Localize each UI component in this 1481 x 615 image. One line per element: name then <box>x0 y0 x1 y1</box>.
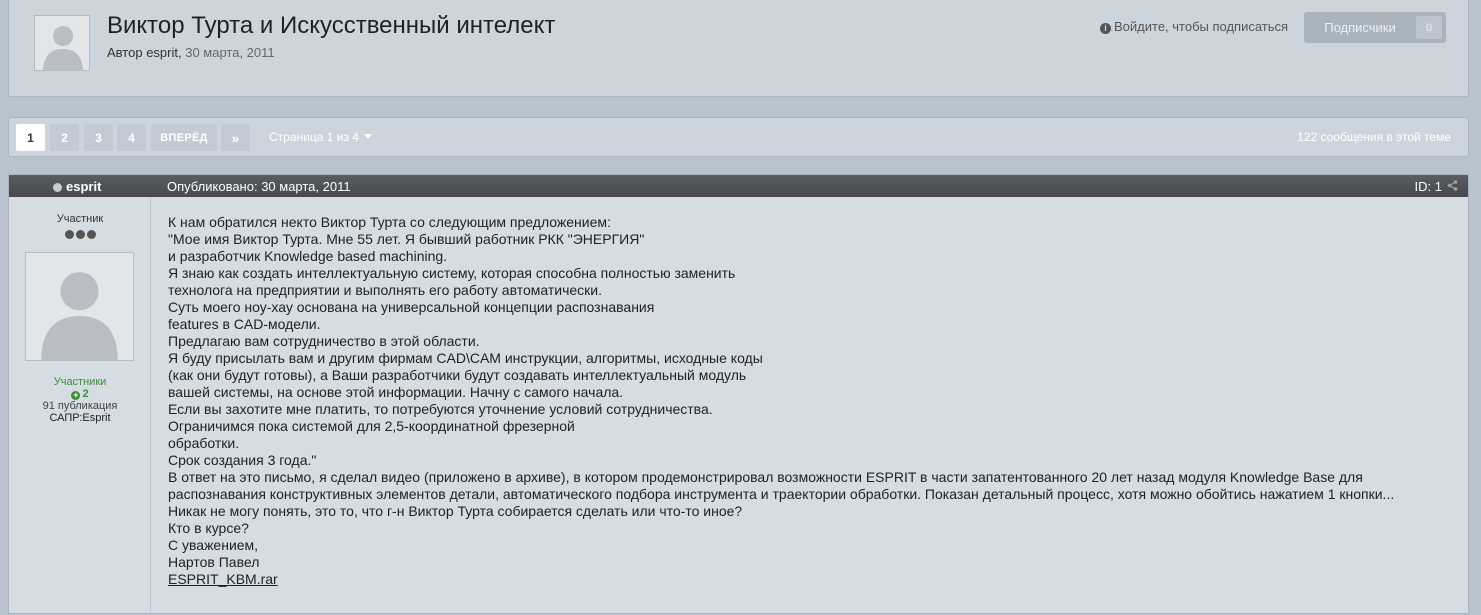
post-line: С уважением, <box>168 537 259 553</box>
next-page-button[interactable]: ВПЕРЁД <box>151 124 217 151</box>
post-line: технолога на предприятии и выполнять его… <box>168 282 603 298</box>
post-line: распознавания конструктивных элементов д… <box>168 486 1395 502</box>
post-line: Если вы захотите мне платить, то потребу… <box>168 401 713 417</box>
follow-hint-text: Войдите, чтобы подписаться <box>1114 19 1289 34</box>
post-line: Нартов Павел <box>168 554 260 570</box>
author-custom-field: САПР:Esprit <box>49 412 111 424</box>
post-line: Срок создания 3 года." <box>168 452 317 468</box>
post-body: К нам обратился некто Виктор Турта со сл… <box>168 214 1458 588</box>
pagination-bar: 1 2 3 4 ВПЕРЁД » Страница 1 из 4 122 соо… <box>8 117 1469 157</box>
post-line: "Мое имя Виктор Турта. Мне 55 лет. Я быв… <box>168 231 645 247</box>
page-jump-label: Страница 1 из 4 <box>269 130 359 144</box>
post-line: Кто в курсе? <box>168 520 249 536</box>
post-author: esprit <box>53 179 101 194</box>
post-id-link[interactable]: ID: 1 <box>1415 179 1442 194</box>
post-line: Предлагаю вам сотрудничество в этой обла… <box>168 333 480 349</box>
topic-date: 30 марта, 2011 <box>185 45 275 60</box>
author-sidebar: Участник Участники +2 91 публикация САПР… <box>9 197 151 615</box>
post-line: К нам обратился некто Виктор Турта со сл… <box>168 214 611 230</box>
post-line: (как они будут готовы), а Ваши разработч… <box>168 367 747 383</box>
post-line: В ответ на это письмо, я сделал видео (п… <box>168 469 1363 485</box>
post-count: 122 сообщения в этой теме <box>1297 130 1451 144</box>
follow-hint[interactable]: i Войдите, чтобы подписаться <box>1100 19 1288 34</box>
post-line: Я буду присылать вам и другим фирмам CAD… <box>168 350 763 366</box>
page-jump-dropdown[interactable]: Страница 1 из 4 <box>269 130 372 144</box>
rank-pip-icon <box>75 230 85 239</box>
info-icon: i <box>1100 23 1111 34</box>
post-line: вашей системы, на основе этой информации… <box>168 384 624 400</box>
topic-author-link[interactable]: esprit <box>146 45 178 60</box>
post-line: Ограничимся пока системой для 2,5-коорди… <box>168 418 575 434</box>
followers-count: 0 <box>1416 16 1442 39</box>
default-avatar-icon <box>43 26 83 70</box>
default-avatar-icon <box>41 272 118 360</box>
post-line: Никак не могу понять, это то, что г-н Ви… <box>168 503 743 519</box>
topic-author-avatar[interactable] <box>34 15 90 71</box>
post-header: esprit Опубликовано: 30 марта, 2011 ID: … <box>9 175 1468 197</box>
rank-pip-icon <box>64 230 74 239</box>
post: esprit Опубликовано: 30 марта, 2011 ID: … <box>8 174 1469 615</box>
last-page-button[interactable]: » <box>221 124 250 151</box>
post-line: обработки. <box>168 435 240 451</box>
page-4-button[interactable]: 4 <box>117 124 146 151</box>
rank-pip-icon <box>86 230 96 239</box>
reputation-value: 2 <box>82 388 89 400</box>
plus-icon: + <box>71 390 81 400</box>
post-line: и разработчик Knowledge based machining. <box>168 248 448 264</box>
caret-down-icon <box>363 134 372 139</box>
followers-label: Подписчики <box>1324 20 1396 35</box>
topic-title: Виктор Турта и Искусственный интелект <box>107 12 556 39</box>
share-icon[interactable] <box>1447 180 1458 191</box>
rank-pips <box>9 226 151 244</box>
post-line: Я знаю как создать интеллектуальную сист… <box>168 265 736 281</box>
author-prefix: Автор <box>107 45 143 60</box>
author-avatar[interactable] <box>25 252 134 361</box>
page-3-button[interactable]: 3 <box>84 124 113 151</box>
attachment-link[interactable]: ESPRIT_KBM.rar <box>168 571 278 587</box>
author-post-count: 91 публикация <box>42 400 118 412</box>
author-title: Участник <box>56 213 104 225</box>
page-1-button[interactable]: 1 <box>16 124 45 151</box>
post-line: features в CAD-модели. <box>168 316 321 332</box>
followers-button[interactable]: Подписчики 0 <box>1304 12 1446 43</box>
page-2-button[interactable]: 2 <box>50 124 79 151</box>
status-dot-icon <box>53 183 62 192</box>
post-date: Опубликовано: 30 марта, 2011 <box>167 179 351 194</box>
author-group: Участники <box>53 376 107 388</box>
post-line: Суть моего ноу-хау основана на универсал… <box>168 299 655 315</box>
author-reputation: +2 <box>9 388 151 400</box>
topic-header: Виктор Турта и Искусственный интелект Ав… <box>8 0 1469 97</box>
topic-meta: Автор esprit, 30 марта, 2011 <box>107 45 275 60</box>
post-author-link[interactable]: esprit <box>66 179 101 194</box>
